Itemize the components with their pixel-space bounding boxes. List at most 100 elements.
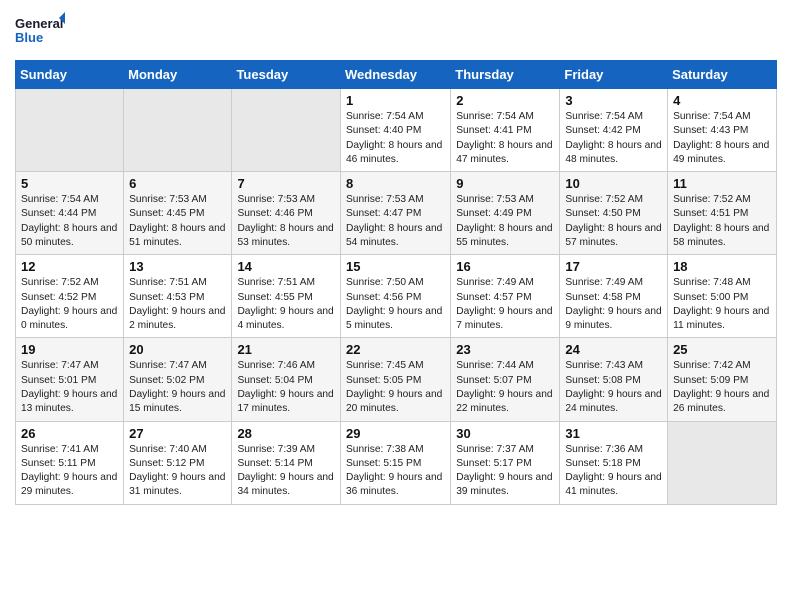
calendar-cell: 6 Sunrise: 7:53 AM Sunset: 4:45 PM Daylig… bbox=[124, 172, 232, 255]
day-info: Sunrise: 7:53 AM Sunset: 4:46 PM Dayligh… bbox=[237, 193, 335, 250]
day-number: 26 bbox=[21, 426, 118, 441]
calendar-header-saturday: Saturday bbox=[668, 61, 777, 89]
day-info: Sunrise: 7:43 AM Sunset: 5:08 PM Dayligh… bbox=[565, 359, 662, 416]
calendar-cell: 23 Sunrise: 7:44 AM Sunset: 5:07 PM Dayli… bbox=[451, 338, 560, 421]
day-number: 3 bbox=[565, 93, 662, 108]
day-info: Sunrise: 7:53 AM Sunset: 4:47 PM Dayligh… bbox=[346, 193, 445, 250]
day-info: Sunrise: 7:53 AM Sunset: 4:45 PM Dayligh… bbox=[129, 193, 226, 250]
calendar-cell: 18Sunrise: 7:48 AM Sunset: 5:00 PM Dayli… bbox=[668, 255, 777, 338]
day-info: Sunrise: 7:53 AM Sunset: 4:49 PM Dayligh… bbox=[456, 193, 554, 250]
day-info: Sunrise: 7:47 AM Sunset: 5:02 PM Dayligh… bbox=[129, 359, 226, 416]
calendar-week-row: 12Sunrise: 7:52 AM Sunset: 4:52 PM Dayli… bbox=[16, 255, 777, 338]
day-info: Sunrise: 7:52 AM Sunset: 4:51 PM Dayligh… bbox=[673, 193, 771, 250]
day-number: 16 bbox=[456, 259, 554, 274]
calendar-week-row: 5 Sunrise: 7:54 AM Sunset: 4:44 PM Daylig… bbox=[16, 172, 777, 255]
calendar-cell: 2 Sunrise: 7:54 AM Sunset: 4:41 PM Daylig… bbox=[451, 89, 560, 172]
day-number: 8 bbox=[346, 176, 445, 191]
day-number: 5 bbox=[21, 176, 118, 191]
day-number: 15 bbox=[346, 259, 445, 274]
day-info: Sunrise: 7:52 AM Sunset: 4:50 PM Dayligh… bbox=[565, 193, 662, 250]
logo: General Blue bbox=[15, 10, 65, 52]
day-info: Sunrise: 7:44 AM Sunset: 5:07 PM Dayligh… bbox=[456, 359, 554, 416]
day-number: 12 bbox=[21, 259, 118, 274]
calendar-cell: 21 Sunrise: 7:46 AM Sunset: 5:04 PM Dayli… bbox=[232, 338, 341, 421]
day-info: Sunrise: 7:54 AM Sunset: 4:42 PM Dayligh… bbox=[565, 110, 662, 167]
calendar-table: SundayMondayTuesdayWednesdayThursdayFrid… bbox=[15, 60, 777, 505]
day-info: Sunrise: 7:54 AM Sunset: 4:41 PM Dayligh… bbox=[456, 110, 554, 167]
calendar-cell: 31 Sunrise: 7:36 AM Sunset: 5:18 PM Dayli… bbox=[560, 421, 668, 504]
day-number: 29 bbox=[346, 426, 445, 441]
day-info: Sunrise: 7:49 AM Sunset: 4:57 PM Dayligh… bbox=[456, 276, 554, 333]
calendar-header-monday: Monday bbox=[124, 61, 232, 89]
day-info: Sunrise: 7:42 AM Sunset: 5:09 PM Dayligh… bbox=[673, 359, 771, 416]
day-info: Sunrise: 7:38 AM Sunset: 5:15 PM Dayligh… bbox=[346, 443, 445, 500]
calendar-cell: 14 Sunrise: 7:51 AM Sunset: 4:55 PM Dayli… bbox=[232, 255, 341, 338]
calendar-cell: 9 Sunrise: 7:53 AM Sunset: 4:49 PM Daylig… bbox=[451, 172, 560, 255]
svg-text:General: General bbox=[15, 16, 63, 31]
calendar-week-row: 19 Sunrise: 7:47 AM Sunset: 5:01 PM Dayli… bbox=[16, 338, 777, 421]
day-info: Sunrise: 7:45 AM Sunset: 5:05 PM Dayligh… bbox=[346, 359, 445, 416]
calendar-cell: 30 Sunrise: 7:37 AM Sunset: 5:17 PM Dayli… bbox=[451, 421, 560, 504]
day-number: 6 bbox=[129, 176, 226, 191]
calendar-header-row: SundayMondayTuesdayWednesdayThursdayFrid… bbox=[16, 61, 777, 89]
calendar-cell: 4Sunrise: 7:54 AM Sunset: 4:43 PM Daylig… bbox=[668, 89, 777, 172]
calendar-cell: 8 Sunrise: 7:53 AM Sunset: 4:47 PM Daylig… bbox=[341, 172, 451, 255]
calendar-cell bbox=[668, 421, 777, 504]
calendar-cell bbox=[124, 89, 232, 172]
day-number: 22 bbox=[346, 342, 445, 357]
day-info: Sunrise: 7:49 AM Sunset: 4:58 PM Dayligh… bbox=[565, 276, 662, 333]
day-number: 17 bbox=[565, 259, 662, 274]
day-number: 20 bbox=[129, 342, 226, 357]
day-info: Sunrise: 7:54 AM Sunset: 4:40 PM Dayligh… bbox=[346, 110, 445, 167]
calendar-cell bbox=[232, 89, 341, 172]
day-number: 1 bbox=[346, 93, 445, 108]
header: General Blue bbox=[15, 10, 777, 52]
day-number: 18 bbox=[673, 259, 771, 274]
calendar-header-wednesday: Wednesday bbox=[341, 61, 451, 89]
calendar-cell bbox=[16, 89, 124, 172]
day-info: Sunrise: 7:54 AM Sunset: 4:44 PM Dayligh… bbox=[21, 193, 118, 250]
calendar-cell: 17 Sunrise: 7:49 AM Sunset: 4:58 PM Dayli… bbox=[560, 255, 668, 338]
day-number: 25 bbox=[673, 342, 771, 357]
day-number: 24 bbox=[565, 342, 662, 357]
calendar-cell: 11 Sunrise: 7:52 AM Sunset: 4:51 PM Dayli… bbox=[668, 172, 777, 255]
svg-text:Blue: Blue bbox=[15, 30, 43, 45]
calendar-cell: 22 Sunrise: 7:45 AM Sunset: 5:05 PM Dayli… bbox=[341, 338, 451, 421]
day-number: 27 bbox=[129, 426, 226, 441]
calendar-cell: 5 Sunrise: 7:54 AM Sunset: 4:44 PM Daylig… bbox=[16, 172, 124, 255]
day-number: 11 bbox=[673, 176, 771, 191]
day-info: Sunrise: 7:51 AM Sunset: 4:55 PM Dayligh… bbox=[237, 276, 335, 333]
day-number: 9 bbox=[456, 176, 554, 191]
day-number: 2 bbox=[456, 93, 554, 108]
day-number: 30 bbox=[456, 426, 554, 441]
day-number: 13 bbox=[129, 259, 226, 274]
calendar-week-row: 1 Sunrise: 7:54 AM Sunset: 4:40 PM Daylig… bbox=[16, 89, 777, 172]
day-number: 21 bbox=[237, 342, 335, 357]
day-info: Sunrise: 7:40 AM Sunset: 5:12 PM Dayligh… bbox=[129, 443, 226, 500]
day-number: 14 bbox=[237, 259, 335, 274]
day-number: 31 bbox=[565, 426, 662, 441]
day-info: Sunrise: 7:46 AM Sunset: 5:04 PM Dayligh… bbox=[237, 359, 335, 416]
day-number: 7 bbox=[237, 176, 335, 191]
day-info: Sunrise: 7:37 AM Sunset: 5:17 PM Dayligh… bbox=[456, 443, 554, 500]
calendar-cell: 10 Sunrise: 7:52 AM Sunset: 4:50 PM Dayli… bbox=[560, 172, 668, 255]
day-number: 19 bbox=[21, 342, 118, 357]
day-info: Sunrise: 7:39 AM Sunset: 5:14 PM Dayligh… bbox=[237, 443, 335, 500]
page-container: General Blue SundayMondayTuesdayWednesda… bbox=[0, 0, 792, 520]
day-number: 10 bbox=[565, 176, 662, 191]
calendar-cell: 1 Sunrise: 7:54 AM Sunset: 4:40 PM Daylig… bbox=[341, 89, 451, 172]
calendar-cell: 25 Sunrise: 7:42 AM Sunset: 5:09 PM Dayli… bbox=[668, 338, 777, 421]
calendar-header-tuesday: Tuesday bbox=[232, 61, 341, 89]
calendar-cell: 12Sunrise: 7:52 AM Sunset: 4:52 PM Dayli… bbox=[16, 255, 124, 338]
logo-svg: General Blue bbox=[15, 10, 65, 52]
calendar-cell: 28Sunrise: 7:39 AM Sunset: 5:14 PM Dayli… bbox=[232, 421, 341, 504]
calendar-week-row: 26Sunrise: 7:41 AM Sunset: 5:11 PM Dayli… bbox=[16, 421, 777, 504]
day-number: 4 bbox=[673, 93, 771, 108]
day-number: 23 bbox=[456, 342, 554, 357]
day-info: Sunrise: 7:50 AM Sunset: 4:56 PM Dayligh… bbox=[346, 276, 445, 333]
day-info: Sunrise: 7:47 AM Sunset: 5:01 PM Dayligh… bbox=[21, 359, 118, 416]
calendar-cell: 26Sunrise: 7:41 AM Sunset: 5:11 PM Dayli… bbox=[16, 421, 124, 504]
calendar-cell: 29 Sunrise: 7:38 AM Sunset: 5:15 PM Dayli… bbox=[341, 421, 451, 504]
day-info: Sunrise: 7:36 AM Sunset: 5:18 PM Dayligh… bbox=[565, 443, 662, 500]
day-info: Sunrise: 7:51 AM Sunset: 4:53 PM Dayligh… bbox=[129, 276, 226, 333]
